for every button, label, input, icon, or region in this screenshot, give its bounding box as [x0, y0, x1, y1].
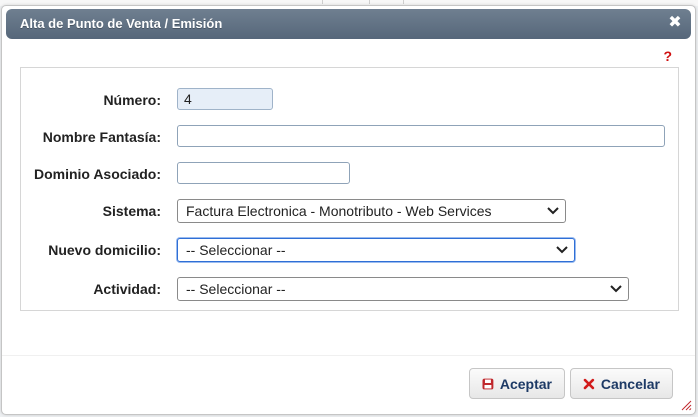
nuevo-domicilio-select[interactable]: -- Seleccionar --: [177, 238, 575, 262]
accept-label: Aceptar: [499, 375, 552, 392]
actividad-selected-value: -- Seleccionar --: [186, 281, 286, 297]
x-icon: [583, 378, 595, 389]
nombre-fantasia-label: Nombre Fantasía:: [42, 129, 161, 145]
row-nombre-fantasia: Nombre Fantasía:: [21, 125, 678, 151]
nuevo-domicilio-selected-value: -- Seleccionar --: [186, 242, 286, 258]
row-actividad: Actividad: -- Seleccionar --: [21, 277, 678, 303]
form-panel: Número: Nombre Fantasía: Dominio Asociad…: [20, 67, 679, 311]
row-sistema: Sistema: Factura Electronica - Monotribu…: [21, 199, 678, 225]
close-icon[interactable]: ✖: [666, 14, 684, 32]
actividad-select[interactable]: -- Seleccionar --: [177, 277, 629, 301]
footer-divider: [2, 355, 695, 356]
nuevo-domicilio-label: Nuevo domicilio:: [48, 242, 161, 258]
nombre-fantasia-field[interactable]: [177, 125, 665, 147]
row-numero: Número:: [21, 88, 678, 114]
sistema-label: Sistema:: [102, 203, 161, 219]
background-fragment: [322, 0, 404, 4]
sistema-select[interactable]: Factura Electronica - Monotributo - Web …: [177, 199, 566, 223]
row-dominio: Dominio Asociado:: [21, 162, 678, 188]
dialog-title: Alta de Punto de Venta / Emisión: [20, 16, 223, 31]
dominio-asociado-label: Dominio Asociado:: [33, 166, 161, 182]
cancel-label: Cancelar: [600, 375, 660, 392]
save-icon: [482, 378, 494, 389]
numero-label: Número:: [103, 92, 161, 108]
dominio-asociado-field[interactable]: [177, 162, 350, 184]
dialog-titlebar[interactable]: Alta de Punto de Venta / Emisión ✖: [6, 9, 691, 39]
chevron-down-icon: [610, 285, 622, 293]
resize-grip-icon[interactable]: [680, 399, 692, 411]
numero-field[interactable]: [177, 88, 273, 110]
actividad-label: Actividad:: [93, 281, 161, 297]
chevron-down-icon: [547, 207, 559, 215]
cancel-button[interactable]: Cancelar: [570, 368, 673, 399]
accept-button[interactable]: Aceptar: [469, 368, 565, 399]
dialog: Alta de Punto de Venta / Emisión ✖ ? Núm…: [1, 5, 696, 415]
sistema-selected-value: Factura Electronica - Monotributo - Web …: [186, 203, 492, 219]
help-icon[interactable]: ?: [663, 48, 672, 64]
row-nuevo-domicilio: Nuevo domicilio: -- Seleccionar --: [21, 238, 678, 264]
chevron-down-icon: [556, 246, 568, 254]
